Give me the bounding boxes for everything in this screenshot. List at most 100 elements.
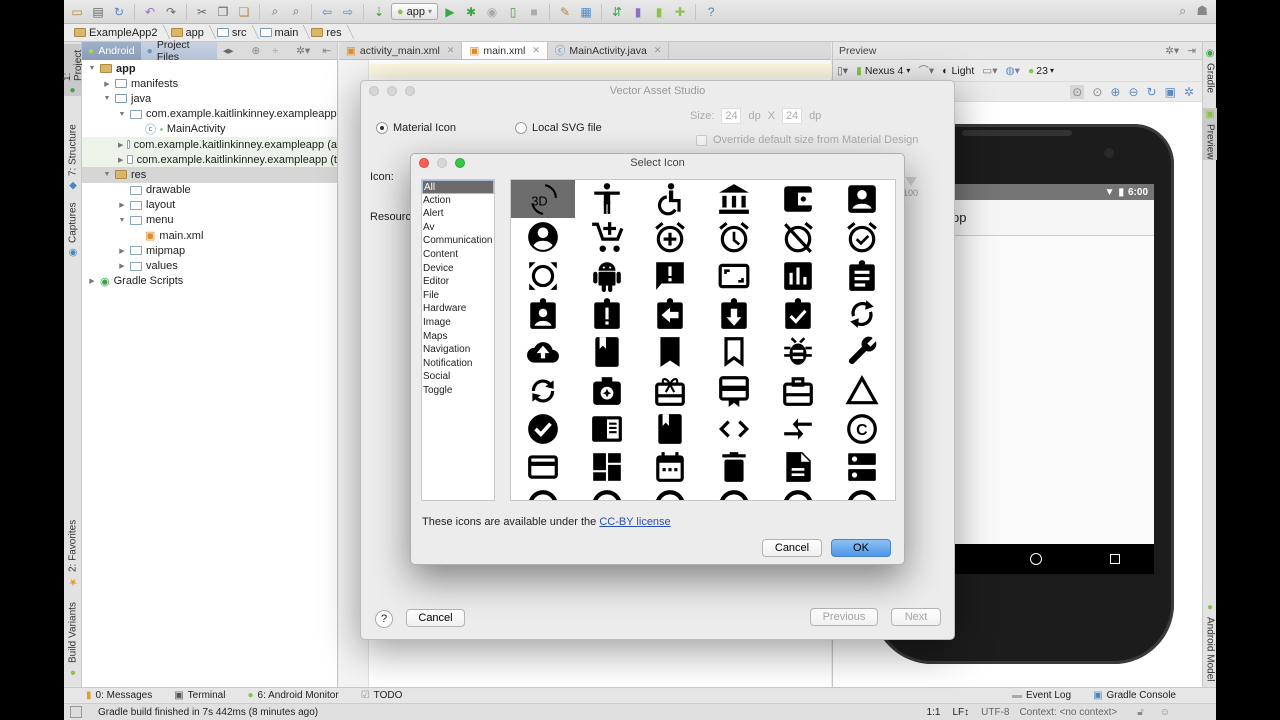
encoding[interactable]: UTF-8 xyxy=(981,707,1009,718)
delete-icon[interactable] xyxy=(702,448,766,486)
tree-item[interactable]: ▶ com.example.kaitlinkinney.exampleapp (t xyxy=(82,152,337,168)
alarm-add-icon[interactable] xyxy=(638,218,702,256)
category-item[interactable]: Hardware xyxy=(422,302,494,316)
swap-icon[interactable] xyxy=(511,486,575,500)
expand-arrow-icon[interactable]: ▼ xyxy=(88,65,96,72)
tool-tab-project[interactable]: ● 1: Project xyxy=(62,44,84,96)
tree-item[interactable]: ▶ ◉ Gradle Scripts xyxy=(82,274,337,289)
tree-item[interactable]: ▶ values xyxy=(82,258,337,273)
radio-button[interactable] xyxy=(376,122,388,134)
activity-icon[interactable]: ▭▾ xyxy=(982,65,997,77)
cached-icon[interactable] xyxy=(511,372,575,410)
build-icon[interactable]: ⇣ xyxy=(370,3,388,21)
project-structure-icon[interactable]: ✎ xyxy=(556,3,574,21)
alarm-icon[interactable] xyxy=(702,218,766,256)
stop-icon[interactable]: ■ xyxy=(525,3,543,21)
tree-item[interactable]: ▼ menu xyxy=(82,213,337,228)
all-out-icon[interactable] xyxy=(511,257,575,295)
theme-select[interactable]: ◐ Light xyxy=(942,65,974,77)
assignment-returned-icon[interactable] xyxy=(702,295,766,333)
cancel-button[interactable]: Cancel xyxy=(762,539,822,557)
apply-changes-icon[interactable]: ▯ xyxy=(504,3,522,21)
user-icon[interactable]: ☗ xyxy=(1196,3,1208,19)
copy-icon[interactable]: ❐ xyxy=(214,3,232,21)
category-list[interactable]: All Action Alert Av Communication Content Devi… xyxy=(421,179,495,501)
find-icon[interactable]: ⌕ xyxy=(266,3,284,21)
debug-icon[interactable]: ✱ xyxy=(462,3,480,21)
collapse-arrow-icon[interactable]: ▶ xyxy=(118,156,123,164)
editor-tab[interactable]: ▣ activity_main.xml ✕ xyxy=(339,42,463,59)
dns-icon[interactable] xyxy=(830,448,894,486)
tree-item[interactable]: ▼ java xyxy=(82,91,337,106)
gear-icon[interactable]: ✲▾ xyxy=(290,42,316,60)
collapse-arrow-icon[interactable]: ▶ xyxy=(88,277,96,285)
cc-by-license-link[interactable]: CC-BY license xyxy=(599,516,670,528)
donut-small-icon[interactable] xyxy=(702,486,766,500)
api-select[interactable]: ● 23 ▾ xyxy=(1028,65,1054,77)
category-item[interactable]: Alert xyxy=(422,207,494,221)
recents-icon[interactable] xyxy=(1110,554,1120,564)
search-icon[interactable]: ⌕ xyxy=(1179,3,1186,19)
locate-icon[interactable]: ⊕ xyxy=(246,42,267,60)
forward-icon[interactable]: ⇨ xyxy=(339,3,357,21)
category-item[interactable]: Editor xyxy=(422,275,494,289)
code-icon[interactable] xyxy=(702,410,766,448)
zoom-window-button[interactable] xyxy=(405,86,415,96)
context[interactable]: Context: <no context> xyxy=(1019,707,1117,718)
tree-item[interactable]: ▼ res xyxy=(82,167,337,183)
check-circle-icon[interactable] xyxy=(511,410,575,448)
tree-item[interactable]: ▼ app xyxy=(82,61,337,76)
run-icon[interactable]: ▶ xyxy=(441,3,459,21)
next-button[interactable]: Next xyxy=(891,608,941,626)
collapse-arrow-icon[interactable]: ▶ xyxy=(103,80,111,88)
tool-tab-captures[interactable]: ◉ Captures xyxy=(64,200,82,260)
chrome-reader-mode-icon[interactable] xyxy=(575,410,639,448)
sync-gradle-icon[interactable]: ⇵ xyxy=(608,3,626,21)
category-item[interactable]: Device xyxy=(422,262,494,276)
camera-enhance-icon[interactable] xyxy=(575,372,639,410)
announcement-icon[interactable] xyxy=(638,257,702,295)
category-item[interactable]: All xyxy=(422,180,494,194)
accessible-icon[interactable] xyxy=(638,180,702,218)
tool-tab-gradle[interactable]: ◉ Gradle xyxy=(1203,46,1217,96)
account-balance-wallet-icon[interactable] xyxy=(766,180,830,218)
height-field[interactable]: 24 xyxy=(782,108,803,124)
credit-card-icon[interactable] xyxy=(511,448,575,486)
help-icon[interactable]: ? xyxy=(702,3,720,21)
tree-item[interactable]: ▶ manifests xyxy=(82,76,337,91)
assessment-icon[interactable] xyxy=(766,257,830,295)
zoom-fit-icon[interactable]: ⊙ xyxy=(1070,84,1085,99)
scroll-icon[interactable]: ◂▸ xyxy=(217,42,240,60)
dashboard-icon[interactable] xyxy=(575,448,639,486)
tool-tab-android-model[interactable]: ● Android Model xyxy=(1203,600,1217,684)
autorenew-icon[interactable] xyxy=(830,295,894,333)
category-item[interactable]: Action xyxy=(422,194,494,208)
change-history-icon[interactable] xyxy=(830,372,894,410)
radio-button[interactable] xyxy=(515,122,527,134)
card-membership-icon[interactable] xyxy=(702,372,766,410)
zoom-in-icon[interactable]: ⊕ xyxy=(1110,85,1120,99)
opacity-slider-max[interactable]: 100 xyxy=(903,177,918,198)
home-icon[interactable] xyxy=(1030,553,1042,565)
view-tab-android[interactable]: ● Android xyxy=(82,41,141,60)
local-svg-radio[interactable]: Local SVG file xyxy=(515,122,602,134)
tree-item[interactable]: ▣ main.xml xyxy=(82,228,337,243)
category-item[interactable]: Content xyxy=(422,248,494,262)
minimize-window-button[interactable] xyxy=(437,158,447,168)
category-item[interactable]: Av xyxy=(422,221,494,235)
tool-tab-preview[interactable]: ▣ Preview xyxy=(1203,108,1217,160)
copyright-icon[interactable]: C xyxy=(830,410,894,448)
tool-window-event-log[interactable]: ▬ Event Log xyxy=(1012,690,1071,701)
help-button[interactable]: ? xyxy=(375,610,393,628)
line-separator[interactable]: LF↕ xyxy=(952,707,969,718)
orientation-icon[interactable]: ⌒▾ xyxy=(918,63,934,78)
refresh-icon[interactable]: ↻ xyxy=(1147,85,1157,99)
bookmark-icon[interactable] xyxy=(638,333,702,371)
alarm-off-icon[interactable] xyxy=(766,218,830,256)
ok-button[interactable]: OK xyxy=(831,539,891,557)
tool-tab-favorites[interactable]: ★ 2: Favorites xyxy=(64,518,82,588)
bookmark-border-icon[interactable] xyxy=(702,333,766,371)
tree-item[interactable]: ⓒ ▪ MainActivity xyxy=(82,122,337,137)
donut-large-icon[interactable] xyxy=(638,486,702,500)
android-icon[interactable] xyxy=(575,257,639,295)
